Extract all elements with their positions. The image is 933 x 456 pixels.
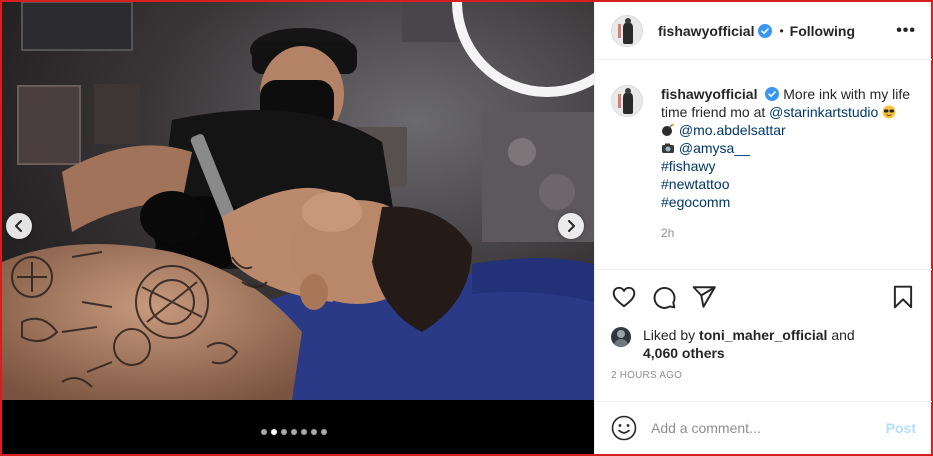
carousel-next-button[interactable] bbox=[558, 213, 584, 239]
mention-link[interactable]: @mo.abdelsattar bbox=[679, 122, 786, 138]
liker-username[interactable]: toni_maher_official bbox=[699, 327, 827, 343]
carousel-dot bbox=[311, 429, 317, 435]
carousel-dot bbox=[301, 429, 307, 435]
comment-icon[interactable] bbox=[651, 284, 677, 310]
separator-dot: • bbox=[779, 23, 784, 38]
heart-icon[interactable] bbox=[611, 284, 637, 310]
likes-conjunction: and bbox=[831, 327, 855, 343]
carousel-dot bbox=[271, 429, 277, 435]
following-button[interactable]: Following bbox=[790, 23, 855, 39]
liker-avatar[interactable] bbox=[611, 327, 631, 347]
comment-input[interactable] bbox=[651, 420, 878, 436]
post-timestamp[interactable]: 2 HOURS AGO bbox=[611, 370, 682, 381]
chevron-left-icon bbox=[15, 220, 22, 232]
carousel-dot bbox=[261, 429, 267, 435]
share-icon[interactable] bbox=[691, 284, 717, 310]
action-bar bbox=[611, 284, 916, 312]
carousel-dot bbox=[321, 429, 327, 435]
caption-username[interactable]: fishawyofficial bbox=[661, 86, 757, 102]
carousel-dot bbox=[281, 429, 287, 435]
camera-emoji-icon bbox=[662, 143, 674, 153]
author-username[interactable]: fishawyofficial bbox=[658, 23, 754, 39]
post-side-panel: fishawyofficial • Following ••• fishawyo… bbox=[594, 2, 932, 454]
bomb-emoji-icon bbox=[662, 123, 674, 136]
author-avatar[interactable] bbox=[611, 14, 643, 47]
caption-author-avatar[interactable] bbox=[611, 85, 643, 117]
verified-badge-icon bbox=[758, 23, 773, 38]
chevron-right-icon bbox=[568, 220, 575, 232]
emoji-smiley-icon[interactable] bbox=[611, 415, 637, 441]
likes-prefix: Liked by bbox=[643, 327, 696, 343]
carousel-prev-button[interactable] bbox=[6, 213, 32, 239]
caption-section: fishawyofficial More ink with my life ti… bbox=[595, 61, 932, 269]
post-media[interactable] bbox=[2, 2, 594, 454]
caption-text: fishawyofficial More ink with my life ti… bbox=[661, 85, 916, 211]
hashtag-link[interactable]: #newtattoo bbox=[661, 176, 730, 192]
sunglasses-emoji-icon bbox=[882, 105, 896, 119]
hashtag-link[interactable]: #egocomm bbox=[661, 194, 730, 210]
hashtag-link[interactable]: #fishawy bbox=[661, 158, 715, 174]
likes-count[interactable]: 4,060 others bbox=[643, 345, 725, 361]
post-photo bbox=[2, 2, 594, 400]
carousel-dot bbox=[291, 429, 297, 435]
comment-box: Post bbox=[595, 401, 932, 454]
post-header: fishawyofficial • Following ••• bbox=[595, 2, 932, 60]
post-comment-button[interactable]: Post bbox=[886, 420, 916, 436]
likes-text: Liked by toni_maher_official and 4,060 o… bbox=[643, 326, 855, 362]
verified-badge-icon bbox=[765, 87, 780, 101]
mention-link[interactable]: @starinkartstudio bbox=[769, 104, 878, 120]
post-actions-section: Liked by toni_maher_official and 4,060 o… bbox=[595, 269, 932, 401]
caption-time-ago: 2h bbox=[661, 226, 675, 240]
likes-summary: Liked by toni_maher_official and 4,060 o… bbox=[611, 326, 855, 362]
bookmark-icon[interactable] bbox=[890, 284, 916, 310]
more-options-icon[interactable]: ••• bbox=[896, 22, 916, 40]
carousel-indicator bbox=[261, 429, 327, 435]
mention-link[interactable]: @amysa__ bbox=[679, 140, 750, 156]
